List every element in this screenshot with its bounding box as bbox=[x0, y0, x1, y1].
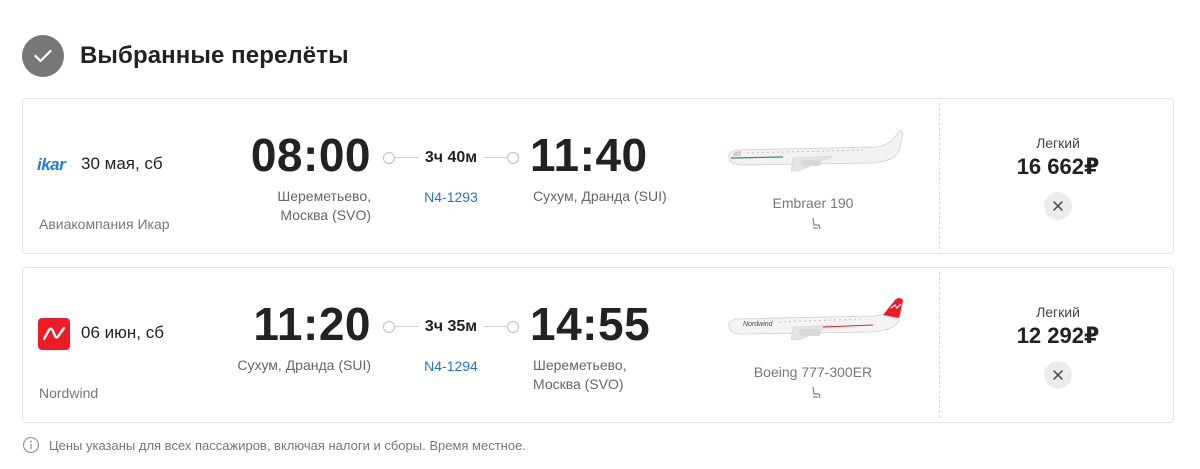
nordwind-logo bbox=[38, 318, 70, 350]
close-icon bbox=[1053, 201, 1063, 211]
fare-name: Легкий bbox=[1036, 304, 1080, 320]
departure-airport: Сухум, Дранда (SUI) bbox=[237, 357, 371, 373]
flight-duration: 3ч 35м bbox=[424, 318, 478, 335]
seat-icon bbox=[812, 217, 821, 230]
flight-duration: 3ч 40м bbox=[424, 149, 478, 166]
ikar-logo: ikar bbox=[37, 155, 66, 174]
departure-time: 11:20 bbox=[253, 298, 371, 350]
departure-airport: Шереметьево, Москва (SVO) bbox=[277, 188, 371, 223]
flight-number[interactable]: N4-1294 bbox=[403, 358, 499, 374]
plane-icon: Nordwind bbox=[728, 298, 903, 341]
section-header: Выбранные перелёты bbox=[22, 34, 349, 78]
page-title: Выбранные перелёты bbox=[80, 42, 349, 69]
arrival-airport: Сухум, Дранда (SUI) bbox=[533, 188, 667, 204]
arrival-airport: Шереметьево, Москва (SVO) bbox=[533, 357, 627, 392]
flight-card: 06 июн, сб Nordwind 11:20 Сухум, Дранда … bbox=[22, 267, 1174, 423]
fare-name: Легкий bbox=[1036, 135, 1080, 151]
airline-name: Авиакомпания Икар bbox=[39, 216, 170, 232]
arrival-time: 14:55 bbox=[530, 298, 651, 350]
flight-date: 06 июн, сб bbox=[81, 323, 164, 342]
aircraft-model: Boeing 777-300ER bbox=[753, 364, 873, 380]
flight-date: 30 мая, сб bbox=[81, 154, 163, 173]
flight-card: ikar 30 мая, сб Авиакомпания Икар 08:00 … bbox=[22, 98, 1174, 254]
departure-time: 08:00 bbox=[250, 129, 371, 181]
plane-icon bbox=[728, 129, 903, 172]
remove-flight-button[interactable] bbox=[1044, 361, 1072, 389]
flight-price: 12 292₽ bbox=[1016, 323, 1100, 348]
seat-icon bbox=[812, 386, 821, 399]
airline-name: Nordwind bbox=[39, 385, 99, 401]
check-icon bbox=[22, 35, 64, 77]
card-divider bbox=[939, 272, 940, 418]
info-icon bbox=[22, 436, 40, 454]
card-divider bbox=[939, 103, 940, 249]
price-footnote: Цены указаны для всех пассажиров, включа… bbox=[22, 436, 526, 454]
flight-number[interactable]: N4-1293 bbox=[403, 189, 499, 205]
footnote-text: Цены указаны для всех пассажиров, включа… bbox=[49, 437, 526, 453]
aircraft-model: Embraer 190 bbox=[772, 195, 854, 211]
arrival-time: 11:40 bbox=[530, 129, 648, 181]
svg-text:Nordwind: Nordwind bbox=[743, 321, 774, 328]
flight-price: 16 662₽ bbox=[1016, 154, 1100, 179]
remove-flight-button[interactable] bbox=[1044, 192, 1072, 220]
close-icon bbox=[1053, 370, 1063, 380]
